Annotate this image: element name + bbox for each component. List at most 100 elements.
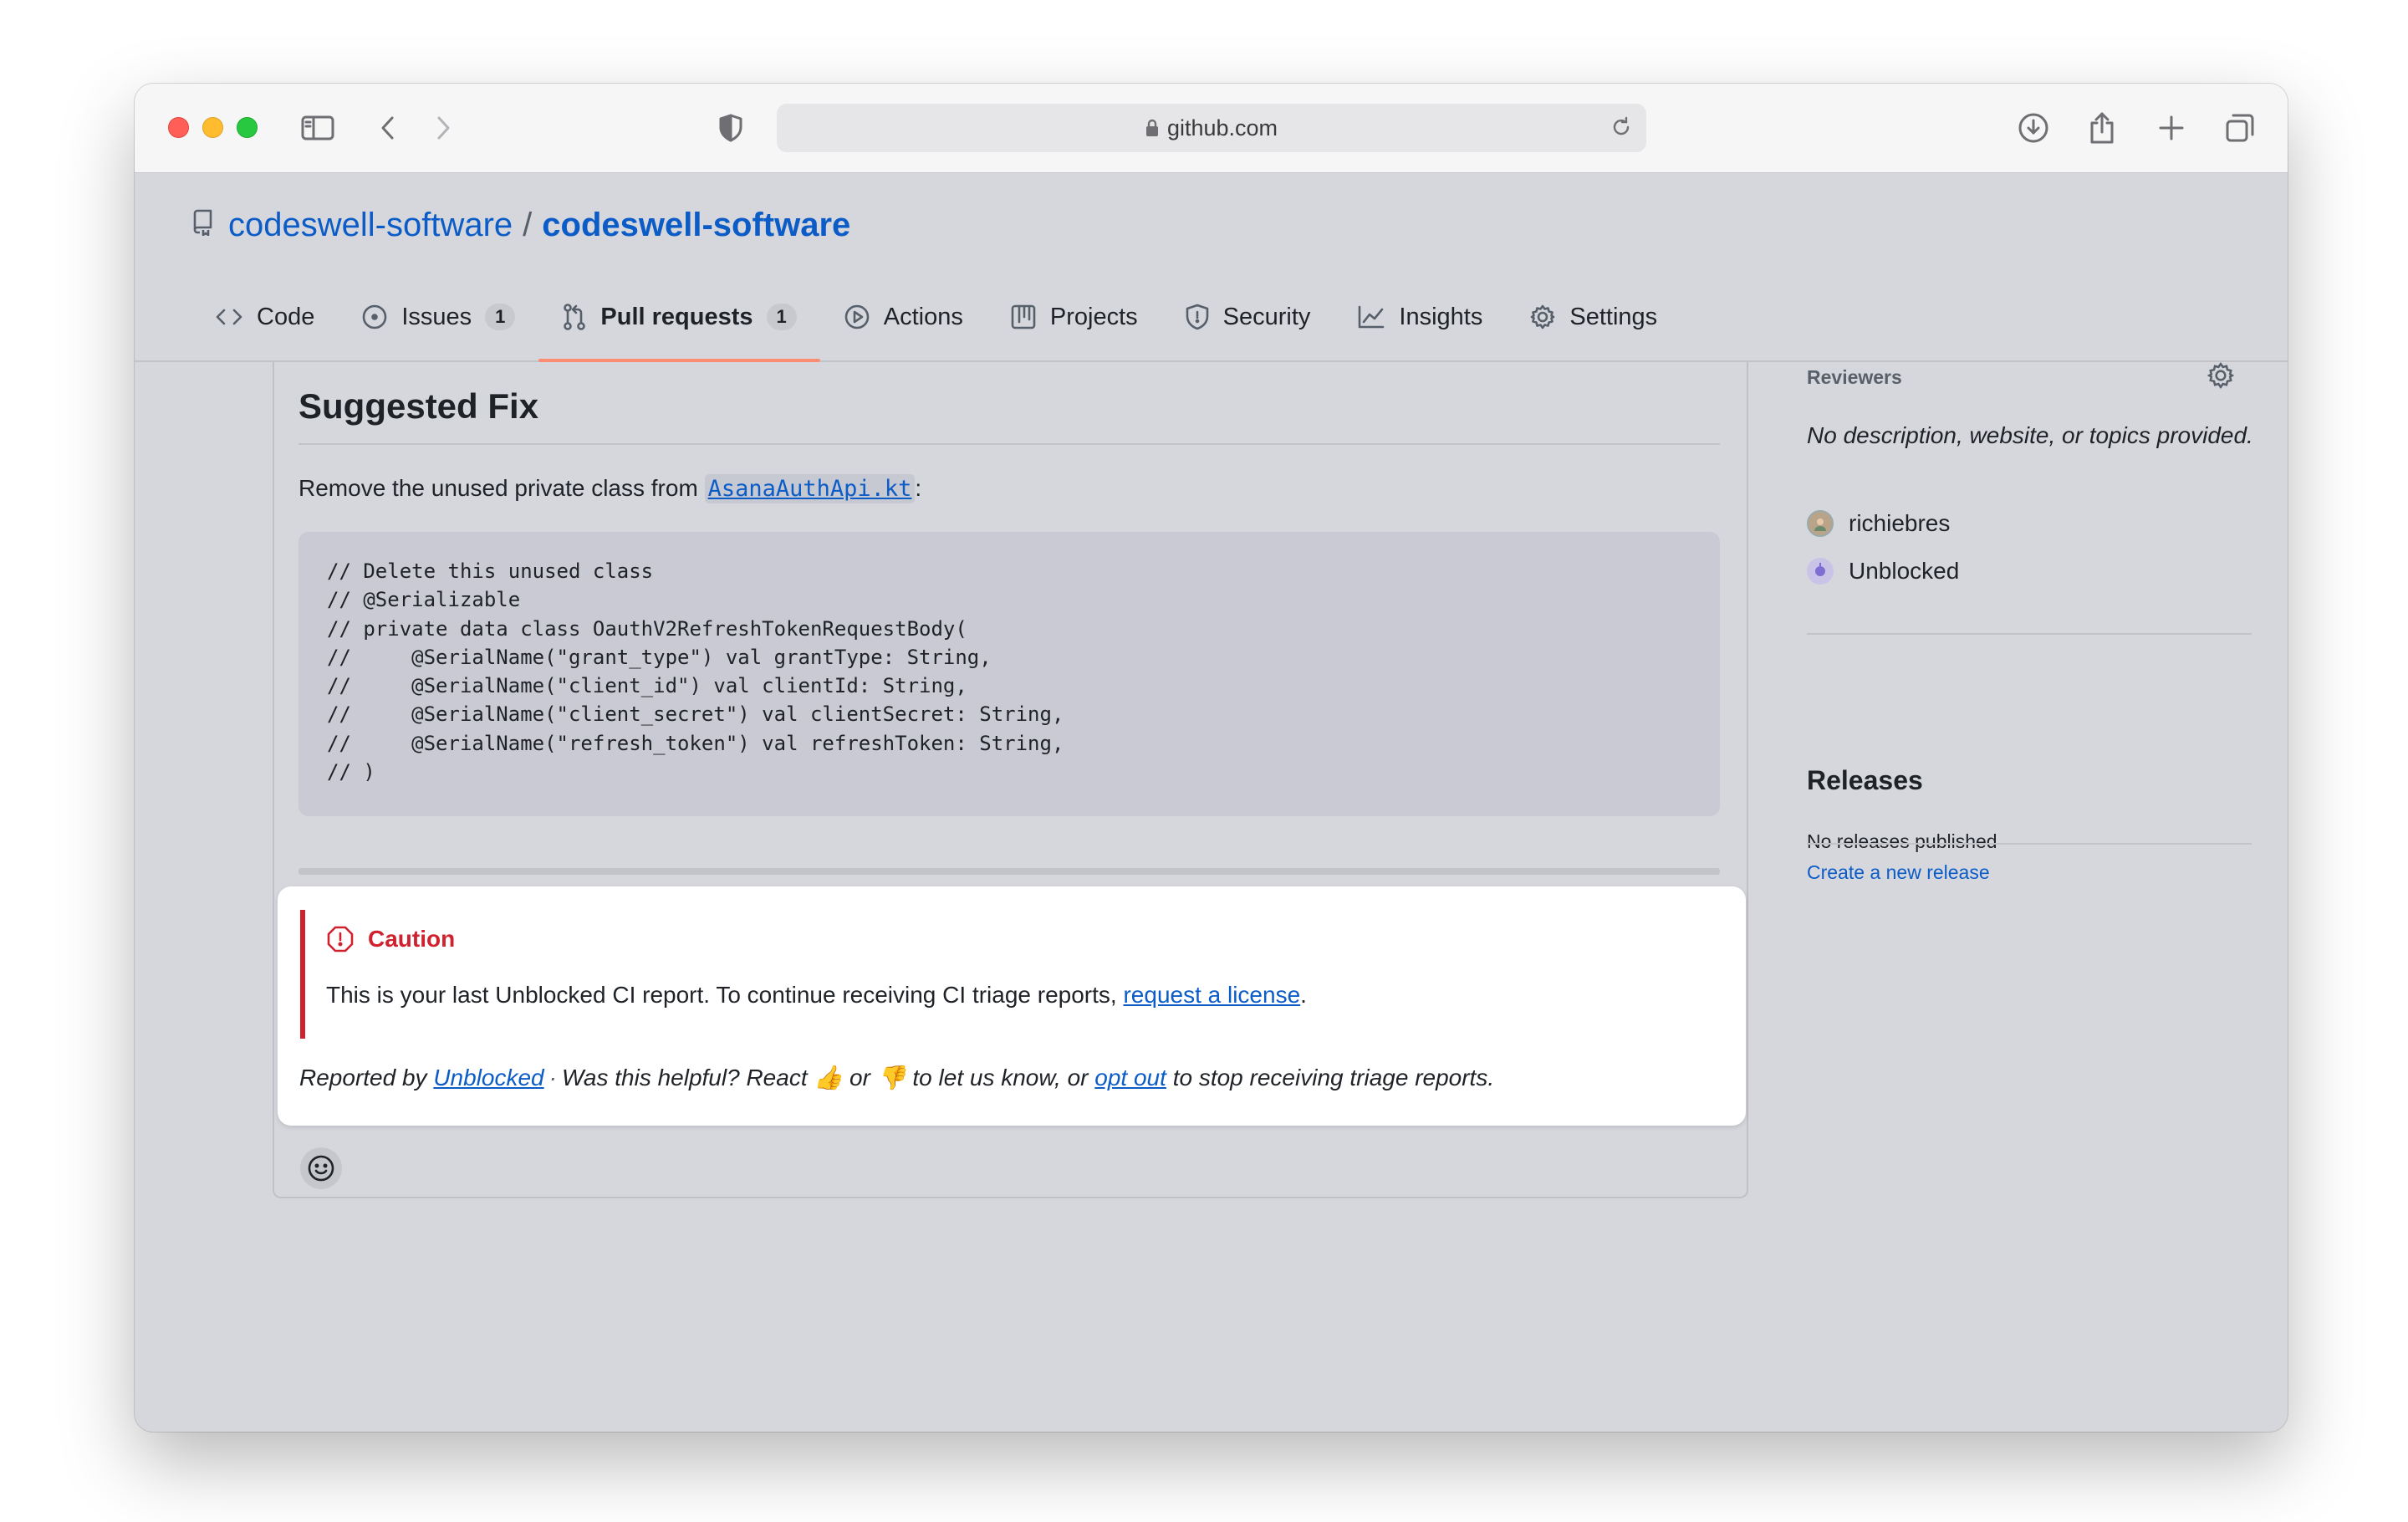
code-line: // @SerialName("client_secret") val clie… [327,702,1064,727]
repo-nav-tabs: Code Issues 1 Pull requests 1 Actions Pr… [191,290,1681,362]
tab-label: Code [257,303,315,330]
smiley-icon [308,1155,334,1182]
privacy-shield-icon[interactable] [712,109,750,147]
comment-heading: Suggested Fix [298,386,539,426]
footer-text: to let us know, or [906,1065,1095,1090]
tab-label: Pull requests [600,303,753,330]
report-footer: Reported by Unblocked · Was this helpful? … [299,1064,1494,1091]
caution-message: This is your last Unblocked CI report. T… [326,982,1307,1009]
tab-overview-icon[interactable] [2221,109,2259,147]
issues-count-badge: 1 [485,304,516,330]
code-block: // Delete this unused class // @Serializ… [298,532,1720,816]
file-link[interactable]: AsanaAuthApi.kt [704,474,916,503]
repo-description: No description, website, or topics provi… [1807,422,2253,448]
tab-label: Insights [1399,303,1483,330]
footer-text: Was this helpful? React [561,1065,814,1090]
reviewer-name: Unblocked [1849,558,1960,584]
code-icon [216,309,242,325]
thumbs-up-icon: 👍 [814,1065,844,1090]
avatar [1807,510,1834,537]
tab-code[interactable]: Code [191,290,338,344]
tab-settings[interactable]: Settings [1506,290,1681,344]
graph-icon [1359,305,1385,329]
reviewer-item[interactable]: Unblocked [1807,558,1959,585]
footer-text: Reported by [299,1065,434,1090]
reviewers-label: Reviewers [1807,366,1902,388]
tab-pull-requests[interactable]: Pull requests 1 [538,290,821,362]
sidebar-toggle-icon[interactable] [298,109,337,147]
minimize-window-button[interactable] [202,117,223,138]
pull-requests-count-badge: 1 [766,304,797,330]
reviewer-name: richiebres [1849,510,1951,536]
browser-window: github.com codeswell-software / codeswel [135,84,2288,1432]
code-line: // ) [327,760,375,784]
address-bar[interactable]: github.com [777,104,1646,152]
downloads-icon[interactable] [2014,109,2053,147]
reviewer-item[interactable]: richiebres [1807,510,1950,537]
releases-heading: Releases [1807,765,1923,795]
reload-icon[interactable] [1610,115,1633,143]
repo-icon [191,207,213,244]
code-line: // Delete this unused class [327,559,654,583]
tab-issues[interactable]: Issues 1 [338,290,538,344]
close-window-button[interactable] [168,117,189,138]
tab-label: Issues [401,303,472,330]
browser-toolbar: github.com [135,84,2288,173]
shield-icon [1186,304,1208,330]
no-releases-text: No releases published [1807,830,1997,852]
gear-icon [2206,361,2235,390]
repo-owner-link[interactable]: codeswell-software [228,207,513,244]
footer-dot: · [548,1065,557,1090]
caution-message-suffix: . [1300,982,1307,1008]
back-icon[interactable] [369,109,407,147]
caution-bar [300,910,305,1039]
repo-header: codeswell-software / codeswell-software … [135,173,2288,362]
opt-out-link[interactable]: opt out [1094,1065,1166,1090]
gear-icon [1531,304,1555,329]
git-pull-request-icon [564,304,586,330]
caution-card: Caution This is your last Unblocked CI r… [278,886,1746,1126]
new-tab-icon[interactable] [2152,109,2191,147]
section-divider [298,868,1720,875]
heading-divider [298,443,1720,445]
caution-message-text: This is your last Unblocked CI report. T… [326,982,1124,1008]
code-line: // @SerialName("grant_type") val grantTy… [327,645,992,669]
zoom-window-button[interactable] [237,117,258,138]
repo-breadcrumb: codeswell-software / codeswell-software [191,207,850,244]
tab-label: Actions [883,303,963,330]
tab-actions[interactable]: Actions [820,290,987,344]
lock-icon [1145,117,1159,143]
tab-projects[interactable]: Projects [987,290,1161,344]
request-license-link[interactable]: request a license [1123,982,1300,1008]
footer-text: or [843,1065,877,1090]
footer-text: to stop receiving triage reports. [1166,1065,1495,1090]
intro-suffix: : [915,475,922,501]
avatar [1807,558,1834,585]
thumbs-down-icon: 👎 [876,1065,906,1090]
unblocked-link[interactable]: Unblocked [433,1065,543,1090]
caution-header: Caution [326,925,455,953]
issue-opened-icon [363,304,387,329]
comment-intro: Remove the unused private class from Asa… [298,474,922,503]
repo-name-link[interactable]: codeswell-software [542,207,850,244]
add-reaction-button[interactable] [300,1147,342,1189]
code-line: // @SerialName("refresh_token") val refr… [327,731,1064,755]
reviewers-settings-button[interactable] [2206,361,2235,394]
sidebar-divider [1807,633,2252,635]
table-icon [1011,304,1036,329]
code-line: // private data class OauthV2RefreshToke… [327,616,967,641]
url-text: github.com [1166,115,1278,140]
intro-text: Remove the unused private class from [298,475,705,501]
alert-icon [327,926,354,953]
caution-title: Caution [368,926,456,952]
tab-label: Projects [1049,303,1138,330]
forward-icon[interactable] [424,109,462,147]
create-release-link[interactable]: Create a new release [1807,861,1990,884]
tab-security[interactable]: Security [1161,290,1334,344]
play-icon [844,304,870,329]
code-line: // @Serializable [327,588,521,612]
code-line: // @SerialName("client_id") val clientId… [327,674,967,698]
tab-insights[interactable]: Insights [1334,290,1506,344]
tab-label: Security [1222,303,1311,330]
share-icon[interactable] [2083,109,2121,147]
